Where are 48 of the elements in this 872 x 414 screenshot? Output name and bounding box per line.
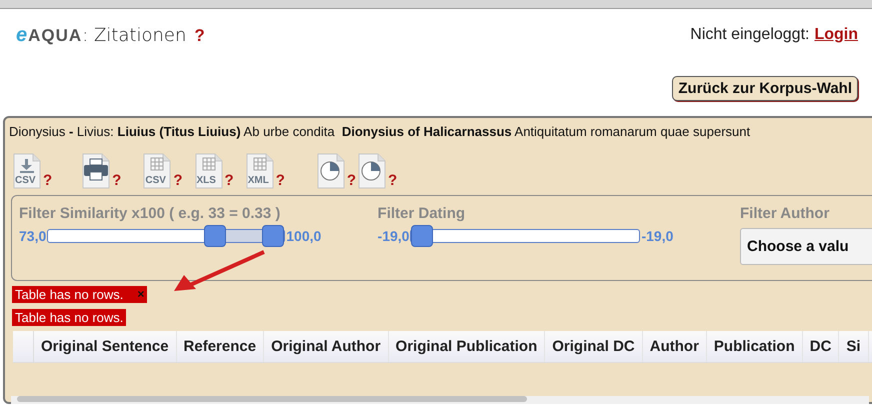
chart-icon[interactable] — [316, 153, 345, 189]
help-icon[interactable]: ? — [112, 172, 122, 189]
login-link[interactable]: Login — [814, 26, 858, 44]
table-icon[interactable]: XLS — [194, 153, 223, 189]
table-icon[interactable]: CSV — [143, 153, 172, 189]
range-max-value: 100,0 — [286, 228, 322, 244]
logo: eAQUA — [16, 24, 82, 46]
back-button[interactable]: Zurück zur Korpus-Wahl — [672, 76, 858, 101]
column-header[interactable]: Publication — [706, 331, 803, 362]
slider-handle[interactable] — [204, 225, 226, 247]
table-icon[interactable]: XML — [246, 153, 274, 189]
column-header[interactable]: Original Author — [264, 331, 389, 362]
help-icon[interactable]: ? — [224, 172, 234, 189]
help-icon[interactable]: ? — [346, 172, 356, 189]
slider-handle[interactable] — [411, 225, 434, 247]
page-title: : Zitationen — [82, 24, 186, 46]
help-icon[interactable]: ? — [194, 26, 205, 46]
format-label: CSV — [15, 175, 36, 186]
horizontal-scrollbar[interactable] — [11, 396, 869, 404]
download-icon[interactable]: CSV — [13, 153, 41, 189]
column-header[interactable]: Reference — [176, 331, 264, 362]
help-icon[interactable]: ? — [43, 172, 52, 189]
column-header[interactable]: Original Sentence — [34, 331, 177, 362]
filter-label: Filter Dating — [378, 205, 466, 222]
range-max-value: -19,0 — [641, 228, 674, 244]
column-header[interactable]: Si — [839, 331, 869, 362]
range-min-value: 73,0 — [19, 228, 46, 244]
login-status: Nicht eingeloggt: — [690, 26, 810, 44]
format-label: XML — [248, 175, 269, 186]
corpus-title: Dionysius - Livius: Liuius (Titus Liuius) Ab urbe condita Dionysius of Halicarnassus Antiquitatum romanarum quae supersunt — [8, 123, 752, 139]
column-header[interactable]: Original Publication — [388, 331, 546, 362]
column-header[interactable]: Original DC — [545, 331, 643, 362]
chart-icon[interactable] — [358, 153, 386, 189]
error-message: Table has no rows. × — [12, 286, 148, 302]
format-label: XLS — [196, 175, 216, 186]
help-icon[interactable]: ? — [276, 172, 285, 189]
filter-label: Filter Similarity x100 ( e.g. 33 = 0.33 ) — [19, 205, 282, 222]
slider-handle[interactable] — [262, 225, 284, 247]
format-label: CSV — [145, 175, 166, 186]
error-message: Table has no rows. — [12, 308, 126, 326]
help-icon[interactable]: ? — [388, 172, 398, 189]
print-icon[interactable] — [82, 153, 110, 189]
author-dropdown[interactable]: Choose a valu — [740, 228, 872, 265]
help-icon[interactable]: ? — [173, 172, 183, 189]
range-min-value: -19,0 — [378, 228, 410, 244]
column-header[interactable]: DC — [802, 331, 840, 362]
column-header[interactable]: Author — [642, 331, 707, 362]
filter-label: Filter Author — [740, 205, 830, 222]
